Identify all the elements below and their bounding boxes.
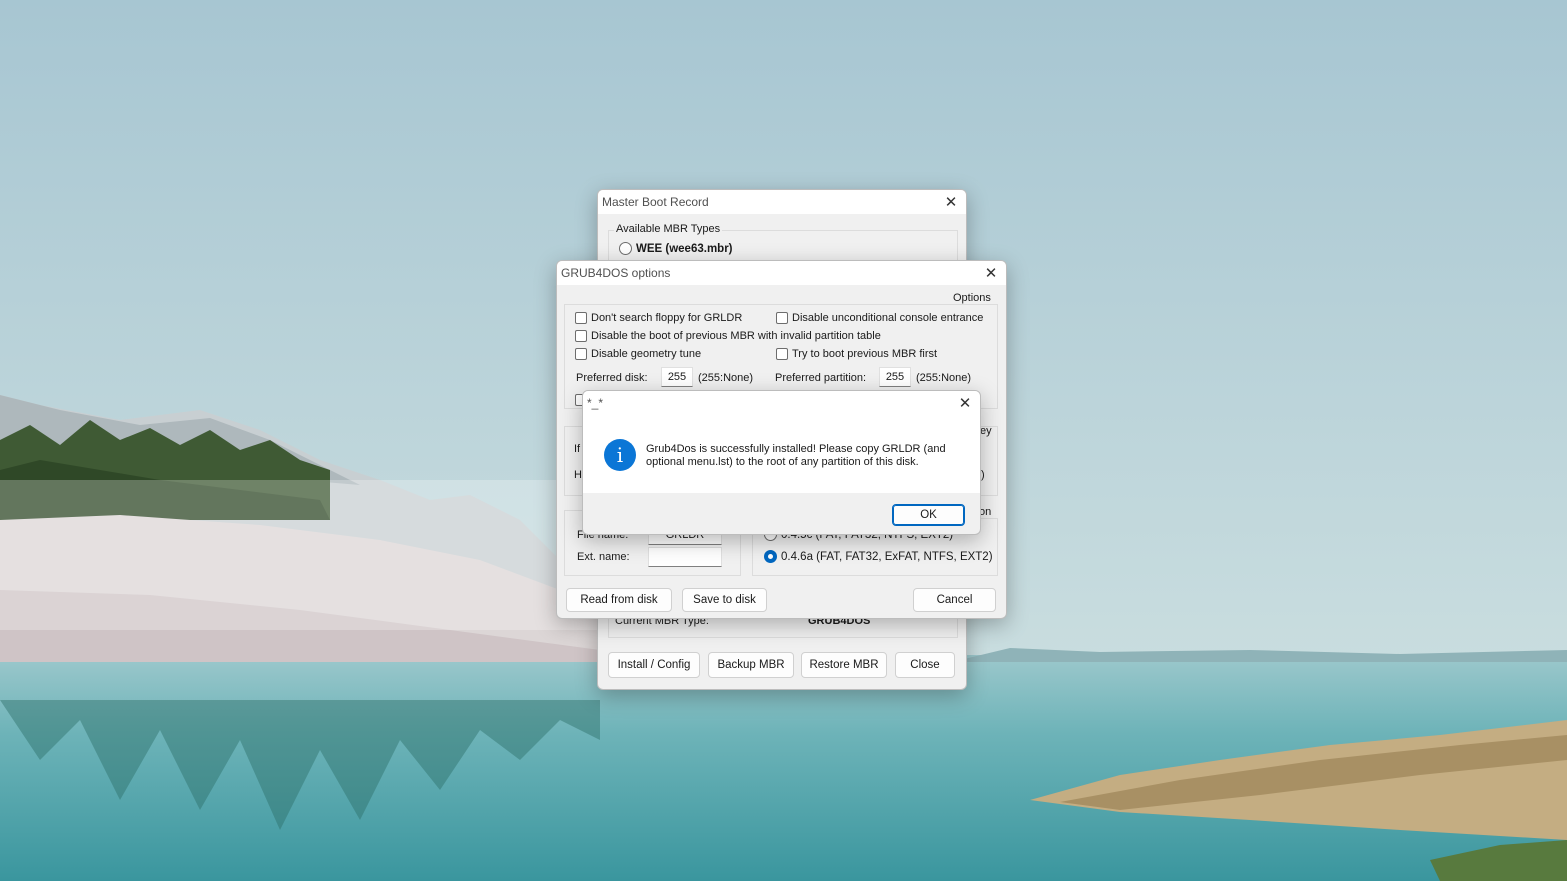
try-prev-mbr-checkbox[interactable]: Try to boot previous MBR first xyxy=(776,348,937,360)
options-group-label: Options xyxy=(951,292,993,304)
preferred-disk-hint: (255:None) xyxy=(698,372,754,384)
ext-name-label: Ext. name: xyxy=(577,551,630,563)
preferred-disk-label: Preferred disk: xyxy=(576,372,648,384)
checkbox-box[interactable] xyxy=(776,312,788,324)
ext-name-input[interactable] xyxy=(648,547,722,567)
partial-paren-text: ) xyxy=(981,469,985,481)
disable-geometry-checkbox[interactable]: Disable geometry tune xyxy=(575,348,701,360)
read-from-disk-button[interactable]: Read from disk xyxy=(566,588,672,612)
message-titlebar[interactable]: *_* ✕ xyxy=(583,391,980,415)
preferred-partition-label: Preferred partition: xyxy=(775,372,867,384)
checkbox-box[interactable] xyxy=(575,348,587,360)
disable-console-label: Disable unconditional console entrance xyxy=(792,312,984,324)
preferred-partition-input[interactable]: 255 xyxy=(879,367,911,387)
mbr-types-group-label: Available MBR Types xyxy=(614,223,723,235)
message-text: Grub4Dos is successfully installed! Plea… xyxy=(646,443,946,468)
info-icon: i xyxy=(604,439,636,471)
disable-prev-mbr-label: Disable the boot of previous MBR with in… xyxy=(591,330,881,342)
partial-h-text: H xyxy=(574,469,582,481)
mbr-titlebar[interactable]: Master Boot Record ✕ xyxy=(598,190,966,214)
close-icon[interactable]: ✕ xyxy=(954,393,976,413)
grub-window-title: GRUB4DOS options xyxy=(561,266,671,280)
disable-geometry-label: Disable geometry tune xyxy=(591,348,702,360)
mbr-option-wee[interactable]: WEE (wee63.mbr) xyxy=(619,242,733,255)
message-body: i Grub4Dos is successfully installed! Pl… xyxy=(583,415,980,493)
disable-prev-mbr-checkbox[interactable]: Disable the boot of previous MBR with in… xyxy=(575,330,881,342)
message-dialog: *_* ✕ i Grub4Dos is successfully install… xyxy=(582,390,981,535)
no-floppy-checkbox[interactable]: Don't search floppy for GRLDR xyxy=(575,312,742,324)
preferred-partition-hint: (255:None) xyxy=(916,372,972,384)
grub-titlebar[interactable]: GRUB4DOS options ✕ xyxy=(557,261,1006,285)
no-floppy-label: Don't search floppy for GRLDR xyxy=(591,312,743,324)
version-046a-label: 0.4.6a (FAT, FAT32, ExFAT, NTFS, EXT2) xyxy=(781,550,993,563)
close-icon[interactable]: ✕ xyxy=(980,263,1002,283)
cancel-button[interactable]: Cancel xyxy=(913,588,996,612)
version-046a-radio[interactable]: 0.4.6a (FAT, FAT32, ExFAT, NTFS, EXT2) xyxy=(764,550,993,563)
checkbox-box[interactable] xyxy=(575,312,587,324)
try-prev-mbr-label: Try to boot previous MBR first xyxy=(792,348,938,360)
close-button[interactable]: Close xyxy=(895,652,955,678)
install-config-button[interactable]: Install / Config xyxy=(608,652,700,678)
mbr-window-title: Master Boot Record xyxy=(602,195,709,209)
disable-console-checkbox[interactable]: Disable unconditional console entrance xyxy=(776,312,983,324)
radio-circle[interactable] xyxy=(619,242,632,255)
message-title: *_* xyxy=(587,396,604,410)
radio-circle-selected[interactable] xyxy=(764,550,777,563)
partial-if-text: If xyxy=(574,443,581,455)
close-icon[interactable]: ✕ xyxy=(940,192,962,212)
partial-ey-text: ey xyxy=(980,425,992,437)
preferred-disk-input[interactable]: 255 xyxy=(661,367,693,387)
checkbox-box[interactable] xyxy=(575,330,587,342)
restore-mbr-button[interactable]: Restore MBR xyxy=(801,652,887,678)
mbr-option-wee-label: WEE (wee63.mbr) xyxy=(636,242,733,255)
ok-button[interactable]: OK xyxy=(892,504,965,526)
checkbox-box[interactable] xyxy=(776,348,788,360)
save-to-disk-button[interactable]: Save to disk xyxy=(682,588,767,612)
backup-mbr-button[interactable]: Backup MBR xyxy=(708,652,794,678)
